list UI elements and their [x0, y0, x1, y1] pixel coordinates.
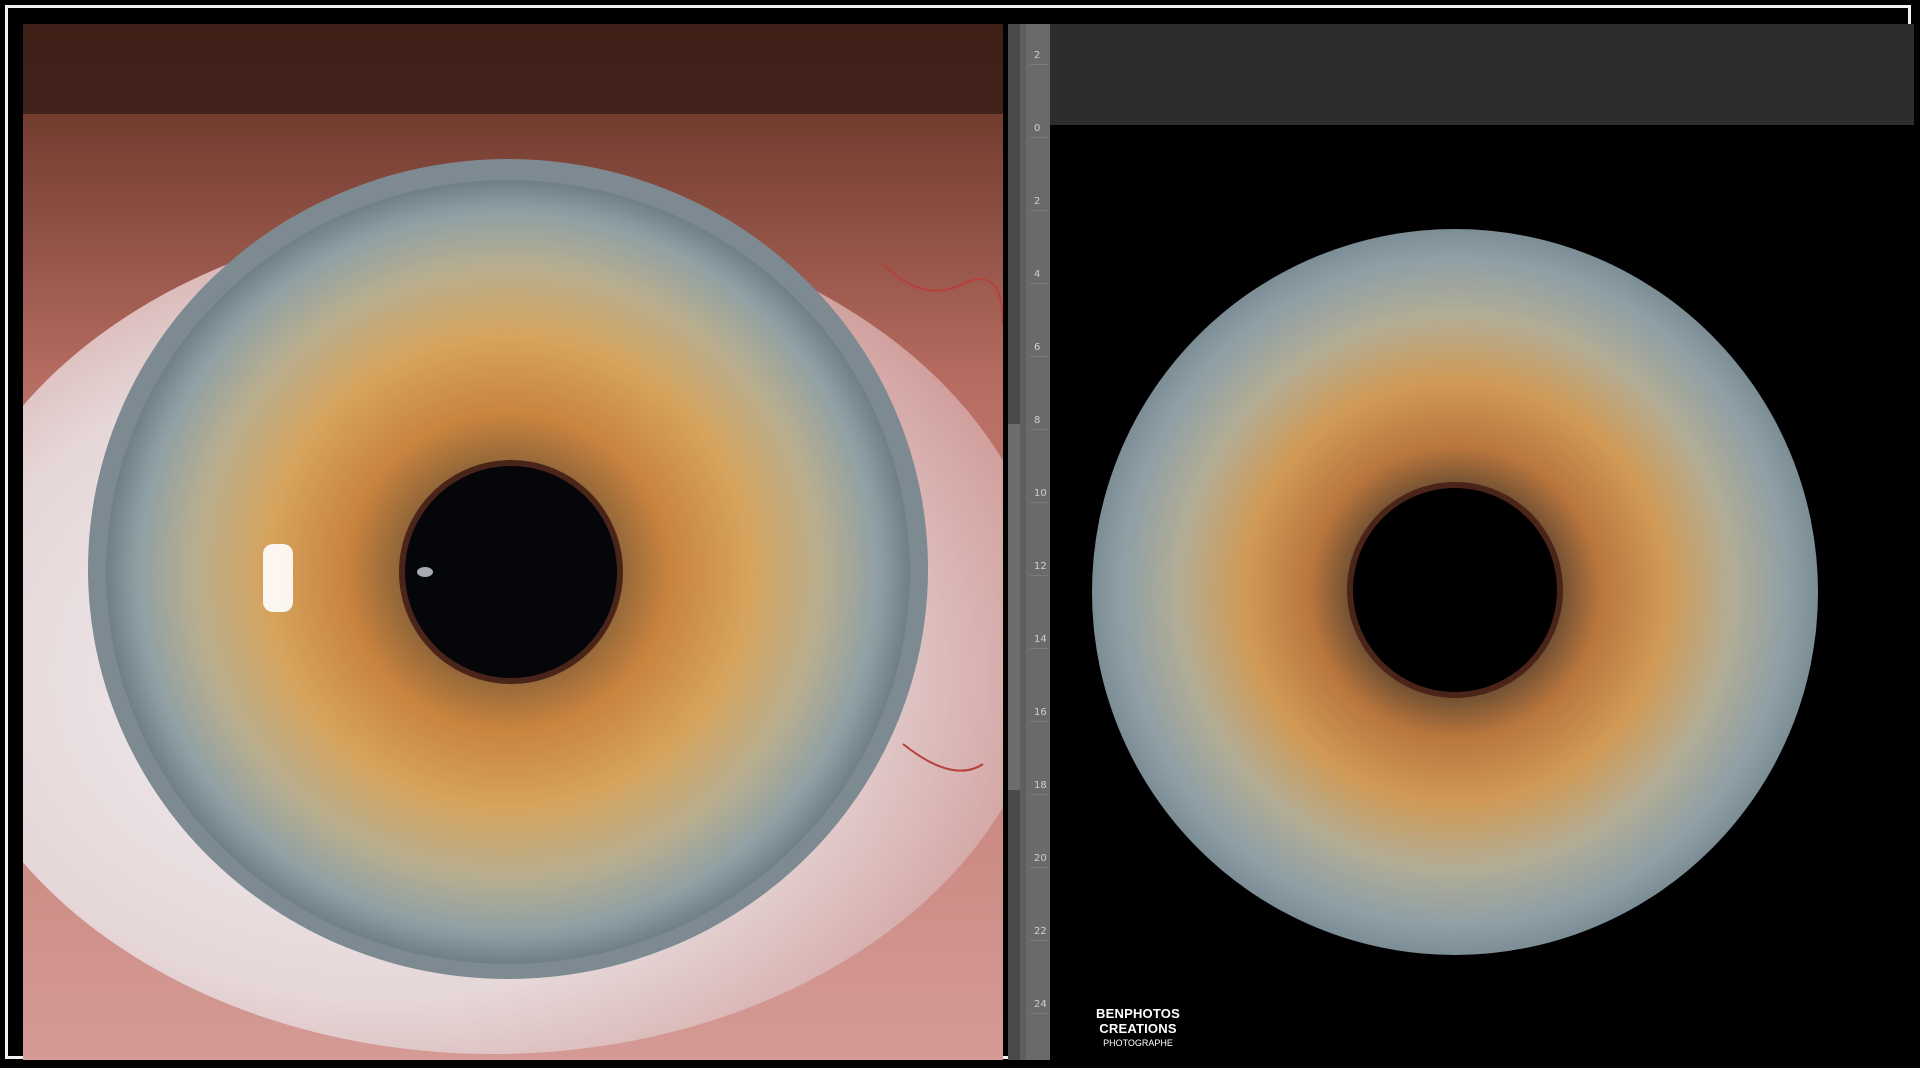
ruler-tick	[1030, 429, 1048, 430]
ruler-label: 16	[1034, 707, 1047, 718]
vertical-ruler: 2 0 2 4 6 8 10 12 14 16 18 20 22 24	[1008, 24, 1050, 1060]
ruler-label: 22	[1034, 926, 1047, 937]
image-frame: 2 0 2 4 6 8 10 12 14 16 18 20 22 24 BENP…	[5, 5, 1914, 1060]
ruler-tick	[1030, 1013, 1048, 1014]
ruler-tick	[1030, 283, 1048, 284]
ruler-label: 8	[1034, 415, 1041, 426]
pupil	[1353, 488, 1557, 692]
ruler-tick	[1030, 575, 1048, 576]
canvas-panel: BENPHOTOS CREATIONS PHOTOGRAPHE	[1050, 24, 1914, 1060]
ruler-tick	[1030, 940, 1048, 941]
ruler-tick	[1030, 502, 1048, 503]
ruler-scrollbar-thumb[interactable]	[1008, 424, 1020, 790]
watermark-title: BENPHOTOS CREATIONS	[1096, 1006, 1180, 1036]
ruler-tick	[1030, 64, 1048, 65]
ruler-label: 2	[1034, 50, 1041, 61]
ruler-label: 24	[1034, 999, 1047, 1010]
watermark: BENPHOTOS CREATIONS PHOTOGRAPHE	[1058, 1006, 1218, 1048]
ruler-scale: 2 0 2 4 6 8 10 12 14 16 18 20 22 24	[1026, 24, 1050, 1060]
ruler-tick	[1030, 137, 1048, 138]
ruler-label: 10	[1034, 488, 1047, 499]
ruler-label: 4	[1034, 269, 1041, 280]
ruler-label: 6	[1034, 342, 1041, 353]
ruler-tick	[1030, 648, 1048, 649]
ruler-label: 2	[1034, 196, 1041, 207]
ruler-tick	[1030, 356, 1048, 357]
eye-photo	[23, 24, 1003, 1060]
ruler-label: 20	[1034, 853, 1047, 864]
watermark-subtitle: PHOTOGRAPHE	[1103, 1038, 1173, 1048]
ruler-tick	[1030, 721, 1048, 722]
ruler-tick	[1030, 867, 1048, 868]
eye-photo-panel	[23, 24, 1003, 1060]
iris-cutout	[1092, 229, 1818, 955]
ruler-label: 18	[1034, 780, 1047, 791]
ruler-label: 0	[1034, 123, 1041, 134]
ruler-label: 14	[1034, 634, 1047, 645]
ruler-label: 12	[1034, 561, 1047, 572]
ruler-tick	[1030, 210, 1048, 211]
ruler-tick	[1030, 794, 1048, 795]
